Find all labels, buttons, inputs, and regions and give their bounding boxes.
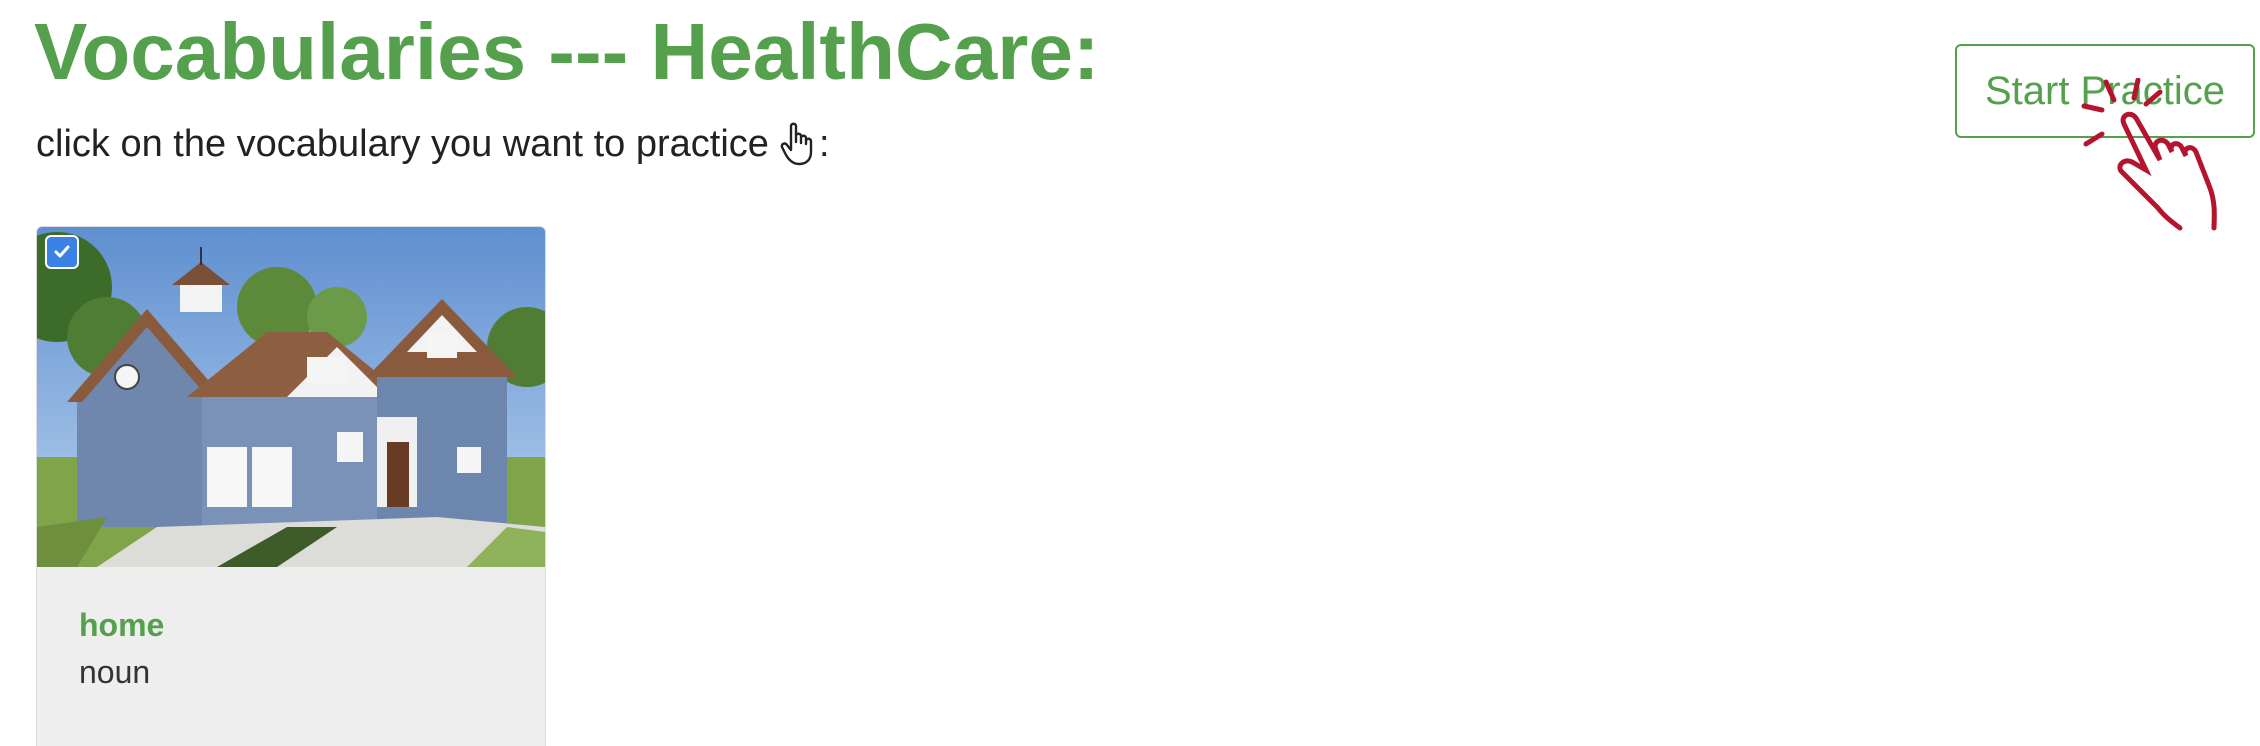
vocabulary-card[interactable]: home noun: [36, 226, 546, 746]
selected-checkbox[interactable]: [45, 235, 79, 269]
checkmark-icon: [54, 245, 70, 258]
vocabulary-page: Vocabularies --- HealthCare: click on th…: [0, 0, 2260, 746]
instruction-suffix: :: [818, 122, 830, 165]
vocabulary-word: home: [79, 607, 165, 643]
card-body: home noun: [79, 607, 164, 691]
page-title: Vocabularies --- HealthCare:: [34, 7, 1100, 96]
instruction-text: click on the vocabulary you want to prac…: [36, 122, 830, 166]
part-of-speech: noun: [79, 654, 151, 690]
click-hand-icon: [2080, 77, 2230, 238]
pointer-hand-icon: [779, 122, 819, 166]
instruction-label: click on the vocabulary you want to prac…: [36, 122, 769, 165]
card-image-house: [37, 227, 545, 567]
